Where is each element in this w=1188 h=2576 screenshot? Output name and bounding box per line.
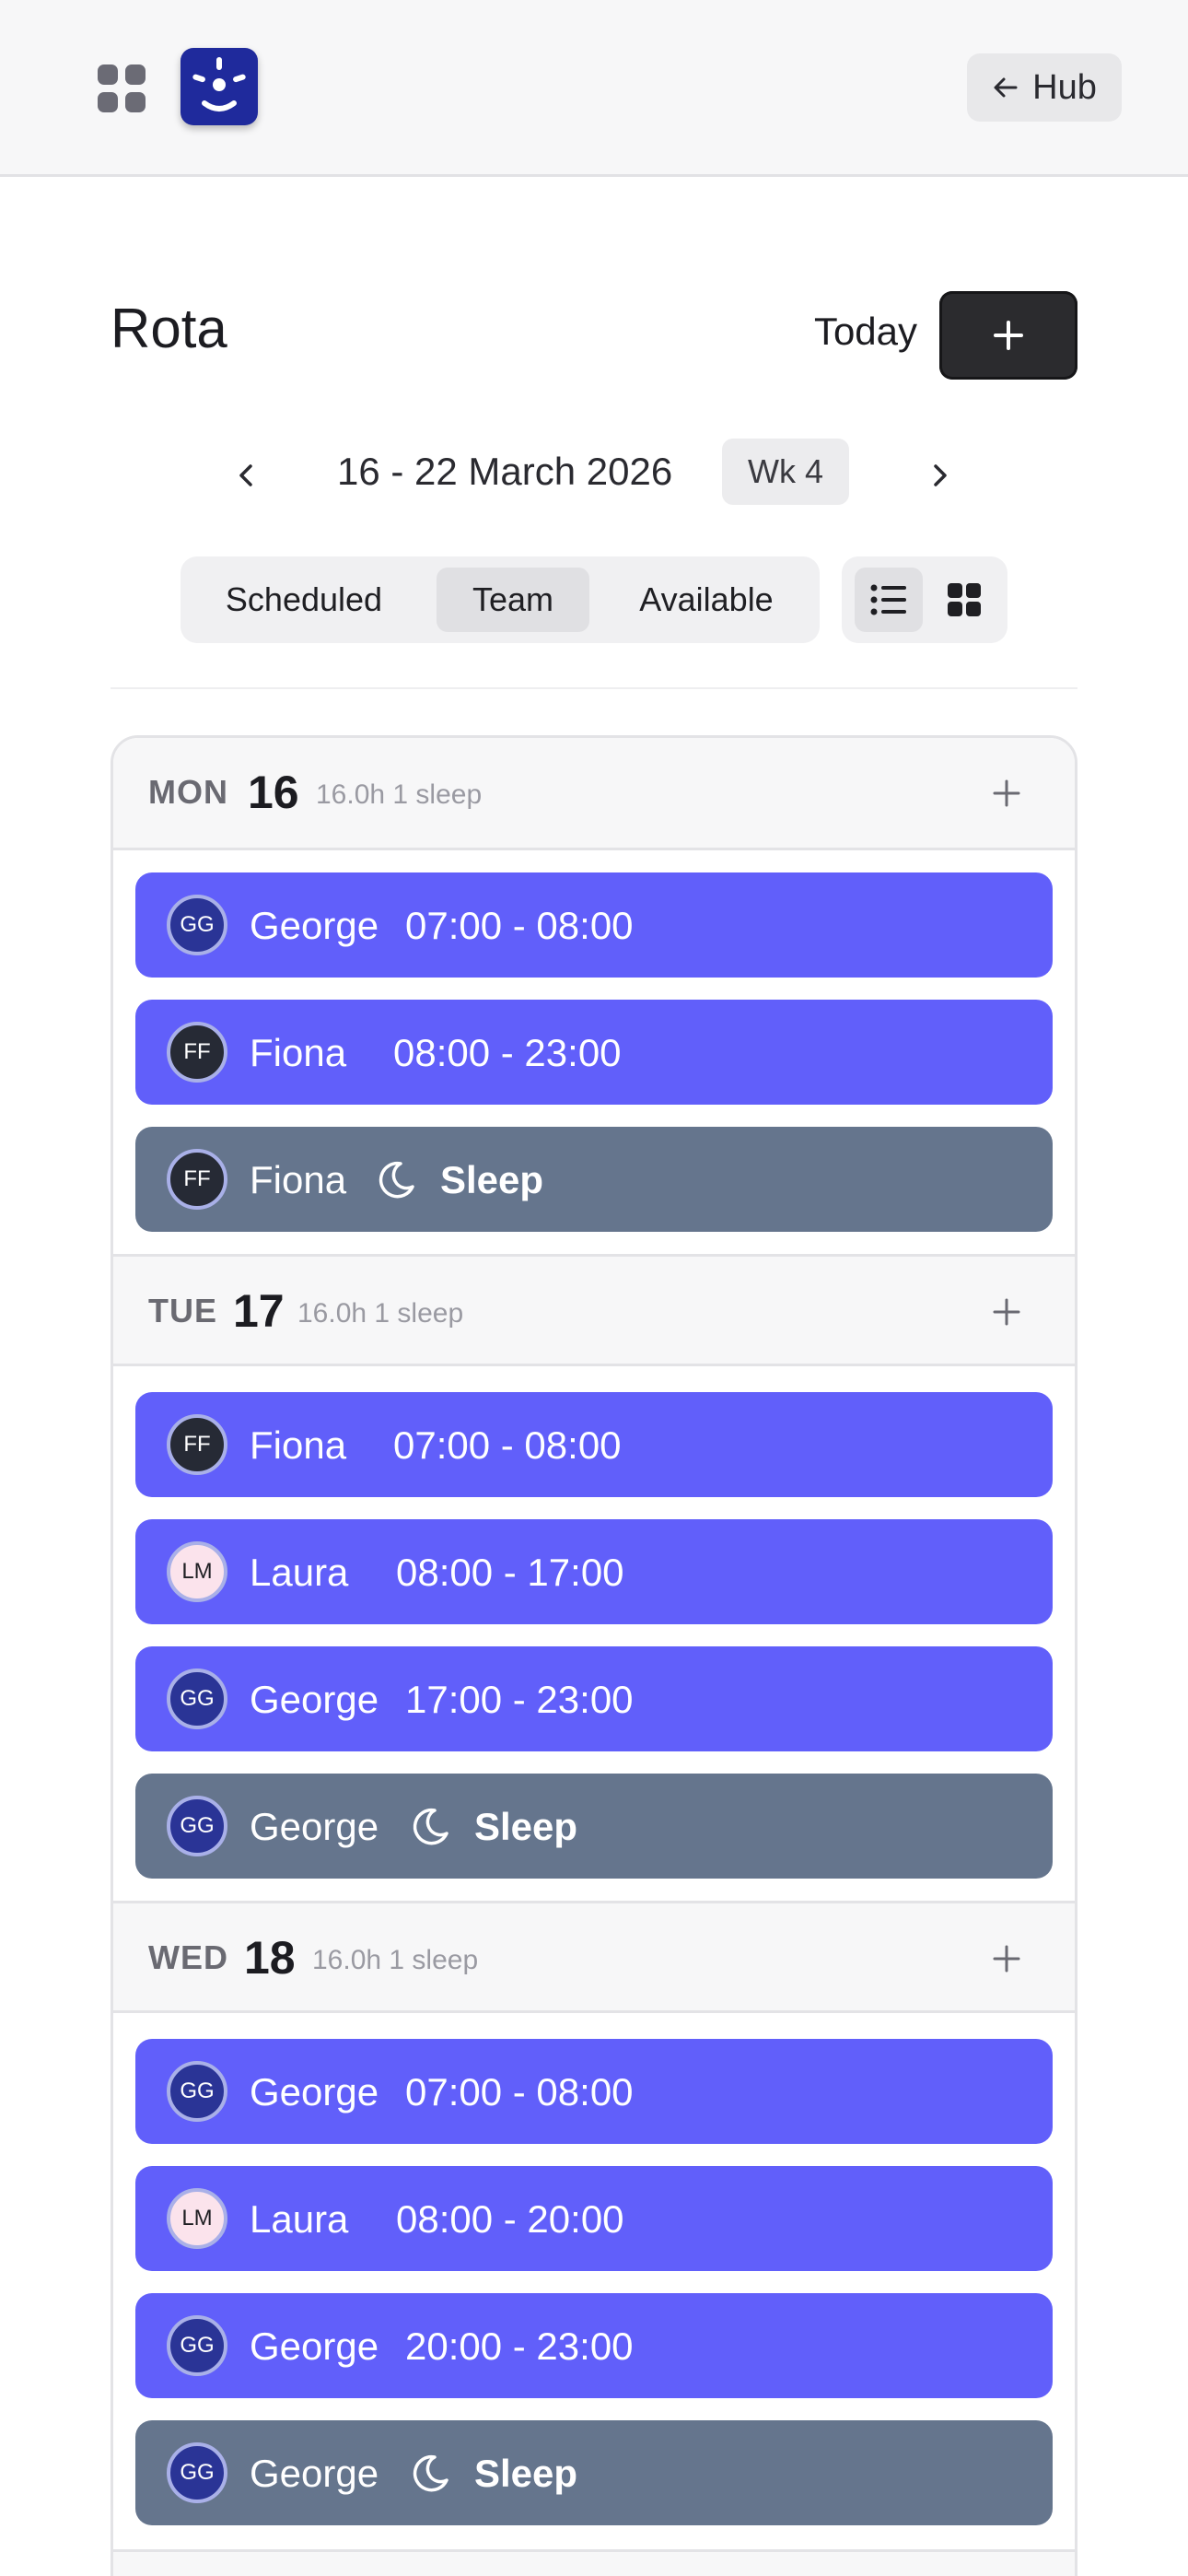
list-icon (870, 584, 906, 615)
shift-staff-name: George (250, 2070, 379, 2113)
shift-staff-name: George (250, 2324, 379, 2368)
day-header-next (113, 2549, 1075, 2576)
avatar: FF (167, 1022, 227, 1083)
grid-view-button[interactable] (930, 568, 998, 632)
sleep-label: Sleep (440, 1158, 544, 1201)
day-name: MON (148, 773, 228, 811)
hub-button[interactable]: Hub (967, 53, 1122, 122)
tab-scheduled[interactable]: Scheduled (193, 568, 414, 632)
avatar: GG (167, 2315, 227, 2376)
add-shift-day-button[interactable] (986, 1938, 1027, 1979)
shift-row[interactable]: GG George 07:00 - 08:00 (135, 872, 1053, 978)
moon-icon (413, 1808, 448, 1845)
chevron-right-icon (934, 464, 947, 486)
plus-icon (993, 779, 1020, 807)
layout-toggle (842, 556, 1007, 643)
moon-icon (413, 2454, 448, 2492)
add-shift-button[interactable] (939, 291, 1077, 380)
avatar: GG (167, 1796, 227, 1856)
chevron-left-icon (239, 464, 252, 486)
day-summary: 16.0h 1 sleep (316, 779, 483, 810)
shift-time: 20:00 - 23:00 (405, 2324, 634, 2368)
shift-staff-name: George (250, 904, 379, 947)
top-bar: Hub (0, 0, 1188, 177)
shift-row[interactable]: FF Fiona 08:00 - 23:00 (135, 1000, 1053, 1105)
day-name: TUE (148, 1292, 217, 1329)
shift-row[interactable]: LM Laura 08:00 - 20:00 (135, 2166, 1053, 2271)
sleep-label: Sleep (474, 2452, 578, 2495)
avatar: FF (167, 1414, 227, 1475)
shift-time: 17:00 - 23:00 (405, 1678, 634, 1721)
add-shift-day-button[interactable] (986, 1292, 1027, 1332)
plus-icon (994, 321, 1023, 350)
page-title: Rota (111, 298, 227, 359)
shift-staff-name: George (250, 1678, 379, 1721)
avatar: LM (167, 2188, 227, 2249)
day-header-tue: TUE 17 16.0h 1 sleep (113, 1254, 1075, 1366)
shift-time: 07:00 - 08:00 (405, 904, 634, 947)
shift-row[interactable]: GG George 20:00 - 23:00 (135, 2293, 1053, 2398)
day-summary: 16.0h 1 sleep (312, 1945, 479, 1975)
page-header: Rota Today (111, 284, 1077, 380)
avatar: GG (167, 2061, 227, 2122)
grid-icon (948, 583, 981, 616)
sleep-shift-row[interactable]: GG George Sleep (135, 1774, 1053, 1879)
apps-grid-icon[interactable] (98, 64, 146, 112)
app-logo[interactable] (181, 48, 258, 125)
arrow-left-icon (994, 77, 1018, 98)
plus-icon (993, 1945, 1020, 1973)
app-logo-icon (192, 57, 246, 111)
avatar: FF (167, 1149, 227, 1210)
week-range-label: 16 - 22 March 2026 (337, 450, 673, 493)
shift-staff-name: Laura (250, 2197, 349, 2241)
sleep-shift-row[interactable]: FF Fiona Sleep (135, 1127, 1053, 1232)
day-summary: 16.0h 1 sleep (297, 1298, 464, 1329)
next-week-button[interactable] (910, 446, 969, 505)
shift-row[interactable]: LM Laura 08:00 - 17:00 (135, 1519, 1053, 1624)
shift-staff-name: Fiona (250, 1423, 347, 1467)
rota-list: MON 16 16.0h 1 sleep GG George 07:00 - 0… (111, 735, 1077, 2576)
avatar: GG (167, 2442, 227, 2503)
shift-staff-name: George (250, 2452, 379, 2495)
shift-row[interactable]: GG George 17:00 - 23:00 (135, 1646, 1053, 1751)
plus-icon (993, 1298, 1020, 1326)
week-navigation: 16 - 22 March 2026 Wk 4 (0, 439, 1188, 512)
avatar: GG (167, 895, 227, 955)
section-divider (111, 687, 1077, 689)
sleep-shift-row[interactable]: GG George Sleep (135, 2420, 1053, 2525)
shift-time: 08:00 - 23:00 (393, 1031, 622, 1074)
day-header-mon: MON 16 16.0h 1 sleep (113, 738, 1075, 850)
view-mode-segmented-control: Scheduled Team Available (181, 556, 820, 643)
day-number: 17 (233, 1285, 285, 1337)
avatar: GG (167, 1669, 227, 1729)
tab-team[interactable]: Team (437, 568, 589, 632)
shift-row[interactable]: FF Fiona 07:00 - 08:00 (135, 1392, 1053, 1497)
shift-time: 07:00 - 08:00 (405, 2070, 634, 2113)
shift-staff-name: Laura (250, 1551, 349, 1594)
sleep-label: Sleep (474, 1805, 578, 1848)
avatar: LM (167, 1541, 227, 1602)
shift-time: 08:00 - 20:00 (396, 2197, 624, 2241)
shift-row[interactable]: GG George 07:00 - 08:00 (135, 2039, 1053, 2144)
list-view-button[interactable] (855, 568, 923, 632)
shift-time: 07:00 - 08:00 (393, 1423, 622, 1467)
week-number-badge: Wk 4 (722, 439, 849, 505)
shift-staff-name: George (250, 1805, 379, 1848)
day-number: 16 (248, 767, 299, 818)
day-number: 18 (244, 1932, 296, 1984)
hub-label: Hub (1032, 67, 1097, 107)
shift-staff-name: Fiona (250, 1031, 347, 1074)
tab-available[interactable]: Available (608, 568, 805, 632)
moon-icon (379, 1161, 414, 1199)
day-name: WED (148, 1938, 228, 1976)
shift-staff-name: Fiona (250, 1158, 347, 1201)
shift-time: 08:00 - 17:00 (396, 1551, 624, 1594)
add-shift-day-button[interactable] (986, 773, 1027, 814)
previous-week-button[interactable] (217, 446, 276, 505)
day-header-wed: WED 18 16.0h 1 sleep (113, 1901, 1075, 2013)
